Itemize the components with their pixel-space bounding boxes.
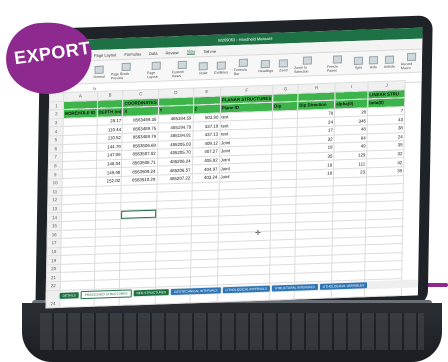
ribbon-tab-data[interactable]: Data (149, 50, 158, 55)
ribbon-button-ruler[interactable]: Ruler (199, 61, 209, 75)
ribbon-icon (238, 58, 248, 67)
sheet-tab-lithological-intervals[interactable]: LITHOLOGICAL INTERVALS (222, 285, 271, 294)
ribbon-icon (151, 61, 162, 70)
ribbon-button-label: Zoom (279, 67, 289, 73)
ribbon-icon (261, 59, 271, 68)
ribbon-icon (368, 55, 379, 64)
ribbon-button-unhide[interactable]: Unhide (384, 55, 395, 68)
ribbon-tab-review[interactable]: Review (166, 50, 179, 55)
ribbon-button-page-layout[interactable]: Page Layout (147, 61, 166, 79)
ribbon-tab-formulas[interactable]: Formulas (124, 51, 141, 57)
sheet-tab-details[interactable]: DETAILS (59, 292, 79, 299)
ribbon-icon (199, 61, 209, 70)
ribbon-button-gridlines[interactable]: Gridlines (214, 60, 228, 75)
ribbon-button-zoom[interactable]: Zoom (279, 58, 289, 73)
ribbon-icon (353, 56, 364, 65)
ribbon-icon (216, 60, 226, 70)
ribbon-tab-tell-me[interactable]: Tell me (203, 48, 216, 53)
ribbon-button-custom-views[interactable]: Custom Views (172, 60, 194, 78)
ribbon-button-page-break-preview[interactable]: Page Break Preview (111, 62, 142, 80)
ribbon-tab-page-layout[interactable]: Page Layout (94, 52, 117, 58)
ribbon-icon (279, 58, 289, 68)
ribbon-icon (384, 55, 395, 64)
ribbon-icon (177, 60, 188, 69)
ribbon-button-label: Page Layout (146, 70, 158, 79)
ribbon-button-label: Custom Views (171, 69, 184, 78)
sheet-tab-lithological-variables[interactable]: LITHOLOGICAL VARIABLES (319, 282, 368, 290)
spreadsheet-window: W209063 - Handheld Measure Page Layout Fo… (45, 27, 423, 309)
ribbon-button-label: Unhide (383, 64, 395, 69)
ribbon-button-label: Split (354, 65, 362, 70)
ribbon-button-label: Freeze Panes (326, 63, 339, 73)
ribbon-button-normal[interactable]: Normal (93, 65, 105, 79)
ribbon-button-record-macro[interactable]: Record Macro (401, 52, 422, 70)
ribbon-button-label: Record Macro (400, 61, 413, 70)
ribbon-icon (303, 55, 313, 65)
sheet-tab-structural-intervals[interactable]: STRUCTURAL INTERVALS (271, 283, 318, 292)
worksheet-grid[interactable]: A B C D E F G H I J 1 COORDINATES PLANAR STRUCTURES L… (45, 80, 421, 309)
ribbon-icon (406, 52, 417, 61)
ribbon-icon (121, 62, 131, 71)
ribbon-button-label: Page Break Preview (110, 71, 130, 80)
ribbon-button-freeze-panes[interactable]: Freeze Panes (326, 54, 348, 73)
ribbon-tab-view[interactable]: View (186, 48, 196, 55)
ribbon-button-label: Hide (369, 64, 377, 69)
sheet-tab-geotechnical-intervals[interactable]: GEOTECHNICAL INTERVALS (171, 287, 221, 296)
ribbon-button-split[interactable]: Split (353, 56, 364, 70)
ribbon-button-zoom-to-selection[interactable]: Zoom to Selection (294, 55, 321, 74)
laptop-keyboard (22, 303, 442, 362)
ribbon-button-label: Zoom to Selection (294, 65, 309, 74)
ribbon-button-label: Formula Bar (233, 67, 247, 76)
ribbon-button-formula-bar[interactable]: Formula Bar (234, 58, 253, 76)
ribbon-button-hide[interactable]: Hide (368, 55, 379, 69)
ribbon-icon (94, 65, 104, 74)
ribbon-button-label: Headings (258, 68, 274, 73)
ribbon-button-label: Ruler (199, 70, 208, 75)
ribbon-button-label: Gridlines (214, 69, 228, 75)
mouse-cursor-icon: ✛ (255, 230, 261, 237)
ribbon-button-headings[interactable]: Headings (258, 59, 273, 73)
sheet-tab-neo-structures[interactable]: NEO STRUCTURES (133, 289, 170, 297)
worksheet-table[interactable]: A B C D E F G H I J 1 COORDINATES PLANAR STRUCTURES L… (45, 80, 406, 309)
ribbon-button-label: Normal (93, 74, 105, 79)
ribbon-icon (332, 54, 343, 64)
